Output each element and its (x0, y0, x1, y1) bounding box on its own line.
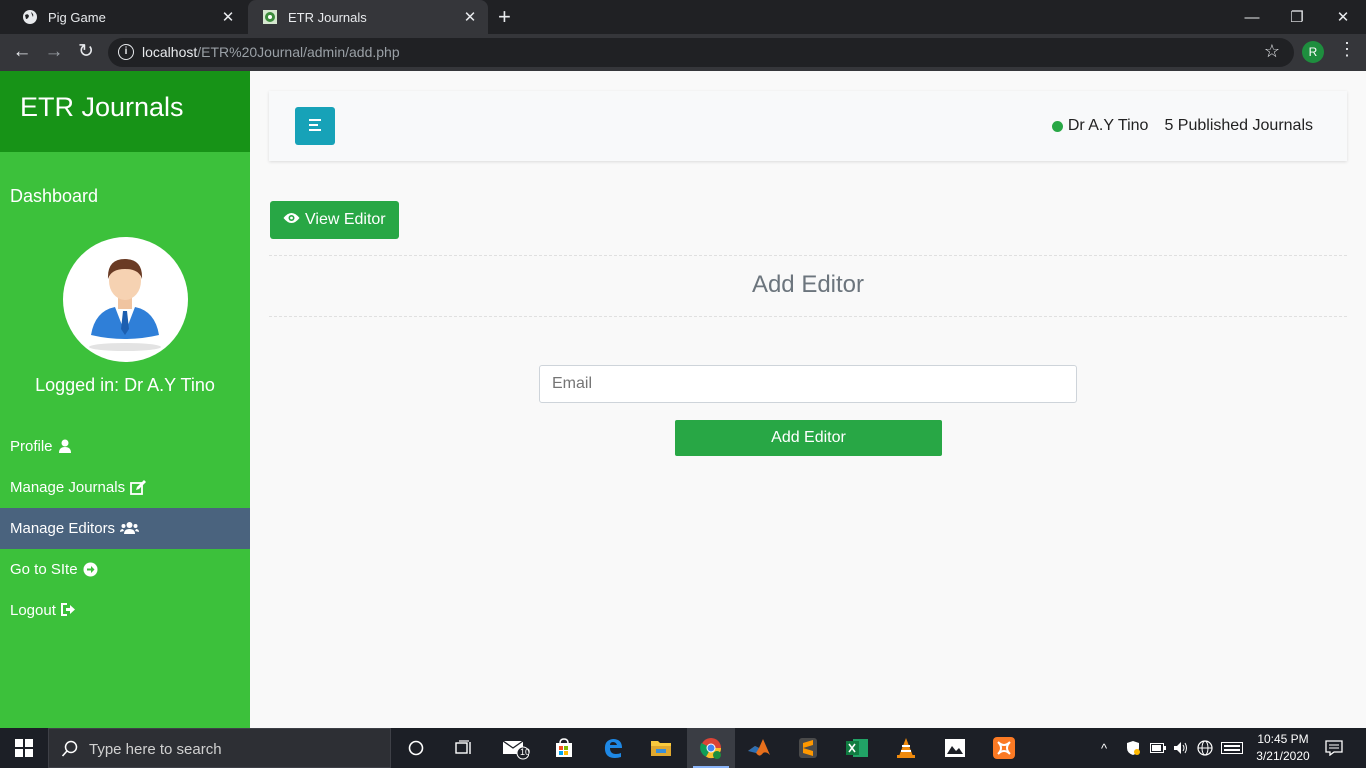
notifications-icon[interactable] (1325, 728, 1343, 768)
info-icon[interactable]: i (118, 44, 134, 60)
divider (269, 255, 1347, 256)
sidebar-item-label: Manage Editors (10, 520, 116, 537)
system-clock[interactable]: 10:45 PM 3/21/2020 (1248, 731, 1318, 765)
excel-icon[interactable] (833, 728, 881, 768)
mail-icon[interactable]: 10 (491, 728, 539, 768)
volume-icon[interactable] (1173, 728, 1189, 768)
keyboard-icon[interactable] (1221, 728, 1243, 768)
close-tab-icon[interactable]: ✕ (216, 8, 240, 26)
windows-start-icon[interactable] (0, 728, 48, 768)
close-tab-icon[interactable]: ✕ (458, 8, 482, 26)
restore-icon[interactable]: ❐ (1274, 0, 1320, 34)
file-explorer-icon[interactable] (637, 728, 685, 768)
dashboard-link[interactable]: Dashboard (10, 186, 98, 207)
eye-icon (283, 211, 300, 229)
online-status-dot (1051, 120, 1063, 132)
sublime-text-icon[interactable] (784, 728, 832, 768)
new-tab-icon[interactable]: + (498, 6, 511, 28)
bookmark-star-icon[interactable]: ☆ (1264, 41, 1280, 62)
tab-etr-journals[interactable]: ETR Journals ✕ (248, 0, 488, 34)
sidebar-item-label: Go to SIte (10, 561, 78, 578)
sidebar-toggle-button[interactable] (295, 107, 335, 145)
view-editor-button[interactable]: View Editor (270, 201, 399, 239)
back-icon[interactable]: ← (10, 40, 34, 64)
sidebar-item-go-to-site[interactable]: Go to SIte (0, 549, 250, 590)
brand-title[interactable]: ETR Journals (0, 71, 250, 152)
url-path: /ETR%20Journal/admin/add.php (197, 44, 400, 60)
sidebar-item-profile[interactable]: Profile (0, 426, 250, 467)
tab-title: Pig Game (48, 9, 106, 25)
browser-tab-bar: Pig Game ✕ ETR Journals ✕ + — ❐ ✕ (0, 0, 1366, 34)
sidebar: ETR Journals Dashboard Logged in: Dr A.Y… (0, 71, 250, 728)
divider (269, 316, 1347, 317)
search-icon (61, 740, 79, 763)
vlc-icon[interactable] (882, 728, 930, 768)
chrome-icon[interactable] (687, 728, 735, 768)
search-placeholder: Type here to search (89, 741, 222, 758)
taskbar: Type here to search 10 ^ 10:45 PM 3/21/2… (0, 728, 1366, 768)
site-favicon-icon (262, 9, 278, 25)
globe-icon (22, 9, 38, 25)
reload-icon[interactable]: ↻ (74, 40, 98, 64)
close-window-icon[interactable]: ✕ (1320, 0, 1366, 34)
mail-badge: 10 (520, 747, 531, 757)
task-view-icon[interactable] (440, 728, 488, 768)
tab-title: ETR Journals (288, 9, 367, 25)
sidebar-item-manage-journals[interactable]: Manage Journals (0, 467, 250, 508)
url-field[interactable]: i localhost/ETR%20Journal/admin/add.php … (108, 38, 1294, 67)
user-name: Dr A.Y Tino (1067, 117, 1149, 134)
page-title: Add Editor (751, 271, 865, 298)
view-editor-label: View Editor (305, 211, 386, 228)
forward-icon[interactable]: → (42, 40, 66, 64)
taskbar-search-input[interactable]: Type here to search (48, 728, 391, 768)
sidebar-item-label: Manage Journals (10, 479, 126, 496)
matlab-icon[interactable] (735, 728, 783, 768)
edit-icon (130, 479, 147, 496)
cortana-icon[interactable] (392, 728, 440, 768)
clock-date: 3/21/2020 (1256, 749, 1310, 763)
sidebar-item-label: Profile (10, 438, 53, 455)
security-icon[interactable] (1125, 728, 1141, 768)
address-bar: ← → ↻ i localhost/ETR%20Journal/admin/ad… (0, 34, 1366, 71)
edge-icon[interactable] (589, 728, 637, 768)
logged-in-label: Logged in: Dr A.Y Tino (35, 375, 215, 395)
user-status: Dr A.Y Tino 5 Published Journals (1051, 117, 1313, 135)
network-icon[interactable] (1197, 728, 1213, 768)
battery-icon[interactable] (1150, 728, 1166, 768)
xampp-icon[interactable] (980, 728, 1028, 768)
main-content: Dr A.Y Tino 5 Published Journals View Ed… (250, 71, 1366, 728)
top-navbar: Dr A.Y Tino 5 Published Journals (269, 91, 1347, 161)
tab-pig-game[interactable]: Pig Game ✕ (8, 0, 246, 34)
sign-out-icon (60, 602, 77, 619)
published-count: 5 Published Journals (1164, 117, 1313, 134)
email-field[interactable] (539, 365, 1077, 403)
user-icon (58, 439, 74, 455)
url-host: localhost (142, 44, 198, 60)
profile-avatar[interactable]: R (1302, 41, 1324, 63)
store-icon[interactable] (540, 728, 588, 768)
sidebar-menu: Profile Manage Journals Manage Editors G… (0, 426, 250, 631)
sidebar-item-label: Logout (10, 602, 56, 619)
users-icon (120, 521, 140, 537)
minimize-icon[interactable]: — (1229, 0, 1275, 34)
show-hidden-icons-icon[interactable]: ^ (1101, 728, 1107, 768)
sidebar-item-manage-editors[interactable]: Manage Editors (0, 508, 250, 549)
menu-kebab-icon[interactable]: ⋮ (1338, 39, 1356, 60)
arrow-circle-right-icon (83, 562, 99, 578)
clock-time: 10:45 PM (1257, 732, 1309, 746)
add-editor-button[interactable]: Add Editor (675, 420, 942, 456)
avatar (63, 237, 188, 362)
photos-icon[interactable] (931, 728, 979, 768)
sidebar-item-logout[interactable]: Logout (0, 590, 250, 631)
